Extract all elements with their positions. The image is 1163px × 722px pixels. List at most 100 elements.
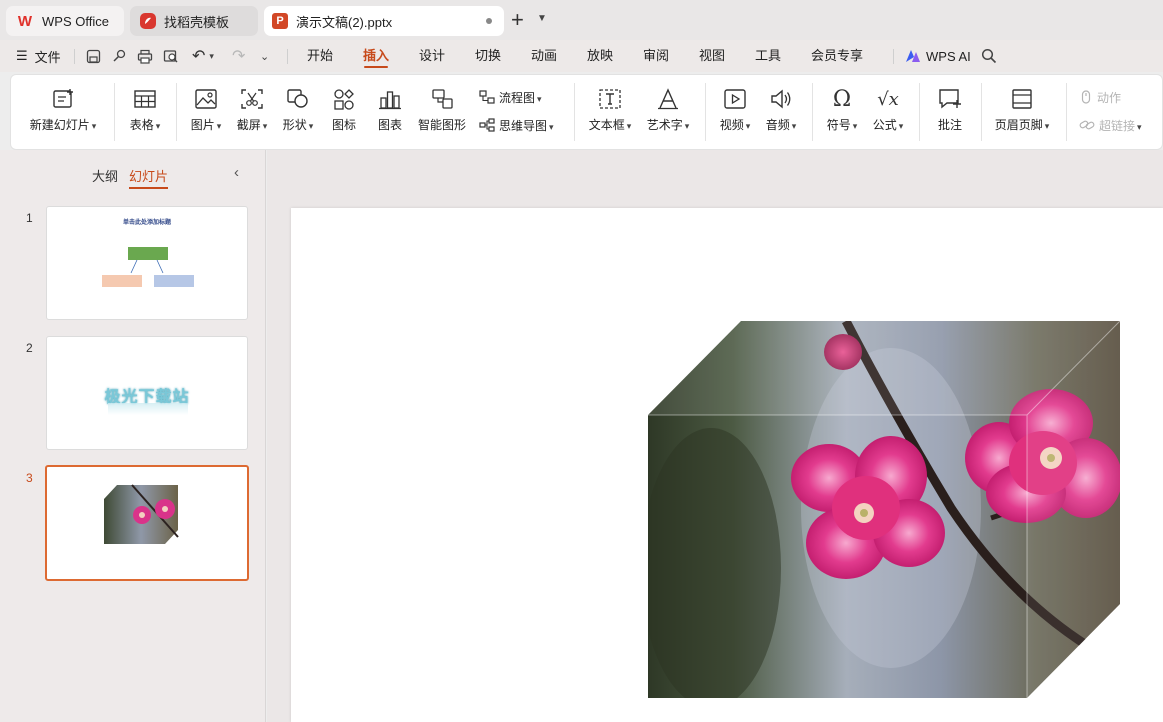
chart-label: 图表 [377,118,402,132]
wps-ai-button[interactable]: WPS AI [905,40,971,72]
search-icon[interactable] [981,40,997,72]
video-button[interactable]: 视频 [713,75,757,149]
thumb-diagram [102,247,194,287]
formula-icon: √x [877,88,899,110]
speaker-icon [768,87,794,111]
brush-icon[interactable] [112,40,127,72]
tab-docer-templates[interactable]: 找稻壳模板 [130,6,258,36]
icon-library-button[interactable]: 图标 [321,75,367,149]
wordart-label: 艺术字 [647,116,690,133]
slide-editing-canvas [267,150,1163,722]
formula-button[interactable]: √x 公式 [865,75,911,149]
unsaved-dot-icon[interactable] [486,18,492,24]
slide-thumbnail-3[interactable] [45,465,249,581]
slide-thumbnail-1[interactable]: 单击此处添加标题 [46,206,248,320]
table-icon [132,87,158,111]
new-slide-icon [50,87,76,111]
new-tab-plus-icon[interactable]: + [511,9,524,31]
menu-tab-design[interactable]: 设计 [412,40,452,72]
new-slide-label: 新建幻灯片 [30,116,97,133]
video-label: 视频 [720,116,751,133]
screenshot-button[interactable]: 截屏 [229,75,275,149]
symbol-label: 符号 [827,116,858,133]
link-icon [1079,118,1095,132]
audio-label: 音频 [766,116,797,133]
symbol-button[interactable]: Ω 符号 [819,75,865,149]
wps-ai-label: WPS AI [926,48,971,64]
divider [176,83,177,141]
thumb-wordart-reflection [108,403,188,415]
presentation-file-icon: P [272,13,288,29]
menu-tab-animation[interactable]: 动画 [524,40,564,72]
mindmap-icon [479,118,495,132]
menu-tab-insert[interactable]: 插入 [356,40,396,72]
comment-button[interactable]: 批注 [926,75,974,149]
audio-button[interactable]: 音频 [759,75,803,149]
mouse-icon [1079,90,1093,104]
tab-label: 演示文稿(2).pptx [296,14,393,30]
print-icon[interactable] [137,40,153,72]
picture-button[interactable]: 图片 [183,75,229,149]
docer-logo-icon [140,13,156,29]
smartart-button[interactable]: 智能图形 [413,75,471,149]
print-preview-icon[interactable] [163,40,179,72]
slide-thumbnail-2[interactable]: 极光下载站 [46,336,248,450]
shape-label: 形状 [283,116,314,133]
tab-slides[interactable]: 幻灯片 [129,166,169,189]
tab-wps-office[interactable]: W WPS Office [6,6,124,36]
textbox-button[interactable]: 文本框 [583,75,637,149]
slide-number: 3 [26,471,33,485]
shape-button[interactable]: 形状 [275,75,321,149]
screenshot-label: 截屏 [237,116,268,133]
mindmap-label: 思维导图 [499,117,554,134]
picture-icon [193,87,219,111]
wordart-button[interactable]: 艺术字 [641,75,695,149]
smartart-label: 智能图形 [417,118,466,132]
menu-tab-transition[interactable]: 切换 [468,40,508,72]
menu-tab-view[interactable]: 视图 [692,40,732,72]
video-icon [722,87,748,111]
action-button[interactable]: 动作 [1079,87,1121,107]
menu-tab-home[interactable]: 开始 [300,40,340,72]
menu-tab-review[interactable]: 审阅 [636,40,676,72]
collapse-pane-chevron-left-icon[interactable]: ‹ [234,164,239,181]
flower-cube-image[interactable] [291,208,1163,722]
slide-number: 2 [26,341,33,355]
hamburger-icon: ☰ [16,48,28,63]
tab-label: 找稻壳模板 [164,14,230,30]
new-slide-button[interactable]: 新建幻灯片 [21,75,105,149]
comment-label: 批注 [937,118,962,132]
undo-icon[interactable]: ↶ ▾ [192,40,214,72]
menu-tab-member[interactable]: 会员专享 [804,40,870,72]
bar-chart-icon [377,87,403,111]
header-footer-label: 页眉页脚 [995,116,1050,133]
thumb-flower-cube-image [104,484,179,544]
picture-label: 图片 [191,116,222,133]
quick-access-more-chevron-down-icon[interactable]: ⌄ [260,40,269,72]
menu-tab-slideshow[interactable]: 放映 [580,40,620,72]
save-icon[interactable] [86,40,101,72]
header-footer-icon [1009,87,1035,111]
mindmap-button[interactable]: 思维导图 [479,115,554,135]
hyperlink-button[interactable]: 超链接 [1079,115,1142,135]
textbox-label: 文本框 [589,116,632,133]
divider [1066,83,1067,141]
tab-outline[interactable]: 大纲 [92,166,118,185]
table-button[interactable]: 表格 [119,75,171,149]
wordart-icon [655,87,681,111]
divider [812,83,813,141]
chart-button[interactable]: 图表 [367,75,413,149]
shape-icon [285,87,311,111]
textbox-icon [597,87,623,111]
icon-library-label: 图标 [331,118,356,132]
flowchart-button[interactable]: 流程图 [479,87,542,107]
tab-list-chevron-down-icon[interactable]: ▼ [537,13,547,24]
current-slide[interactable] [291,208,1163,722]
header-footer-button[interactable]: 页眉页脚 [989,75,1055,149]
file-menu-button[interactable]: ☰ 文件 [16,40,61,72]
tab-presentation-document[interactable]: P 演示文稿(2).pptx [264,6,504,36]
redo-icon[interactable]: ↷ [232,40,245,72]
comment-icon [937,87,963,111]
divider [705,83,706,141]
menu-tab-tools[interactable]: 工具 [748,40,788,72]
